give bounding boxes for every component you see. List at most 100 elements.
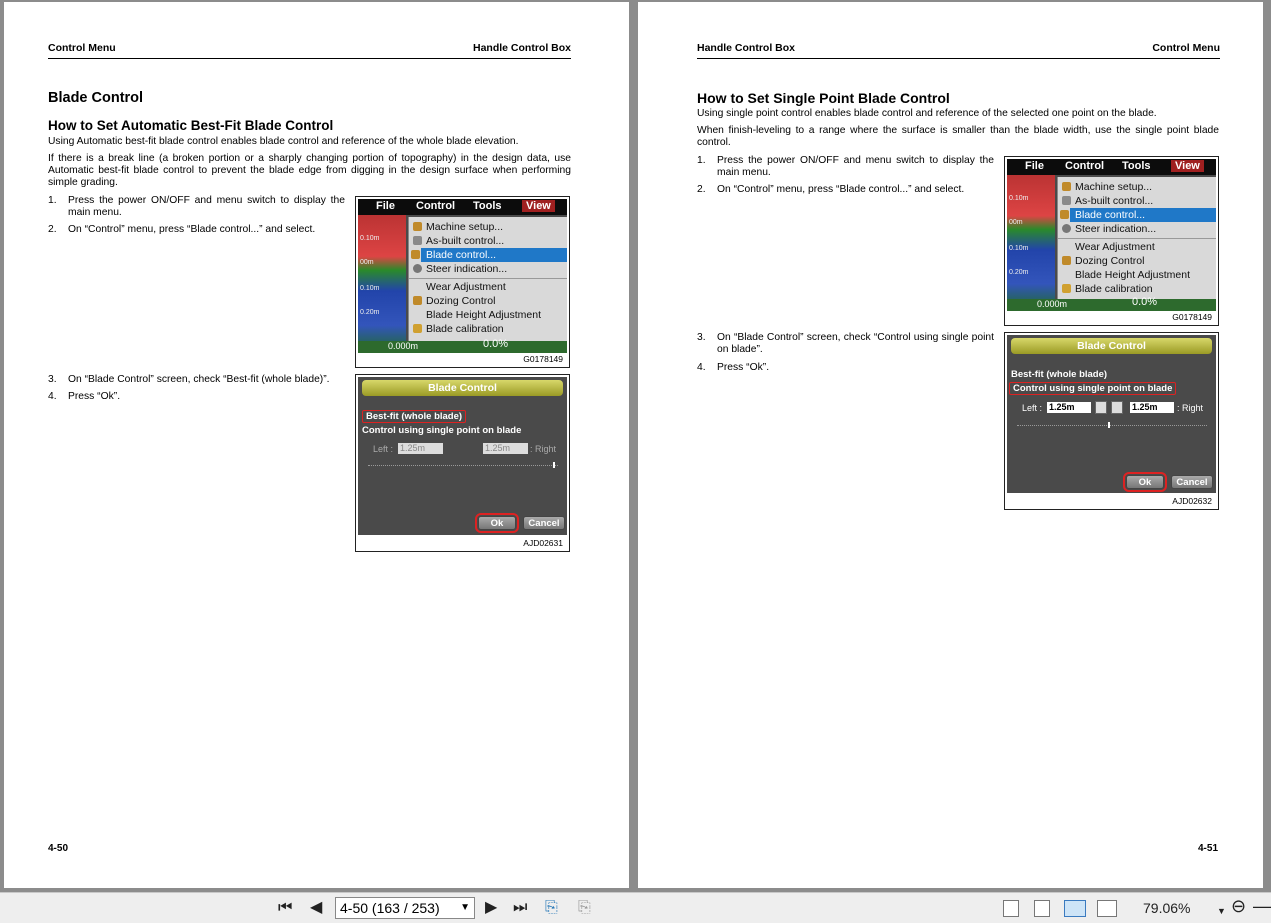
figure-blade-control: Blade Control Best-fit (whole blade) Con… [355, 374, 570, 552]
menubar: File Control Tools View [358, 199, 567, 215]
right-label: : Right [530, 444, 557, 454]
menu-item-selected: Blade control... [1060, 208, 1216, 222]
left-value: 1.25m [398, 443, 443, 454]
left-label: Left : [373, 444, 394, 454]
next-page-icon[interactable]: ▶ [485, 900, 497, 916]
figure-code: G0178149 [1172, 312, 1212, 322]
header-right: Handle Control Box [472, 42, 571, 54]
radio-single-point: Control using single point on blade [1009, 382, 1177, 395]
paragraph: When finish-leveling to a range where th… [697, 125, 1219, 149]
arrow-right-icon [1111, 401, 1123, 414]
left-value: 1.25m [1047, 402, 1091, 413]
last-page-icon[interactable]: ⏭ [513, 900, 527, 916]
figure-code: G0178149 [523, 354, 563, 364]
blade-icon [1060, 210, 1069, 219]
first-page-icon[interactable]: ⏮ [278, 900, 292, 916]
radio-best-fit: Best-fit (whole blade) [362, 410, 467, 423]
dialog-title: Blade Control [1011, 338, 1212, 354]
menu-item: Machine setup... [1058, 180, 1216, 194]
radio-best-fit: Best-fit (whole blade) [1011, 369, 1108, 380]
subsection-heading: How to Set Single Point Blade Control [697, 90, 950, 106]
zoom-dropdown-icon[interactable]: ▼ [1217, 903, 1226, 919]
menu-item: As-built control... [1058, 194, 1216, 208]
section-heading: Blade Control [48, 90, 144, 106]
left-label: Left : [1022, 403, 1043, 413]
menu-screenshot: File Control Tools View 0.10m 00m 0.10m … [358, 199, 567, 353]
zoom-out-icon[interactable]: ⊖ [1231, 897, 1246, 915]
steer-icon [1062, 224, 1071, 233]
blade-icon [411, 250, 420, 259]
menu-item: Wear Adjustment [426, 281, 506, 293]
dozer-icon [1062, 256, 1071, 265]
ok-button: Ok [475, 513, 519, 533]
survey-icon [1062, 196, 1071, 205]
running-header: Control Menu Handle Control Box [48, 42, 571, 59]
chevron-down-icon[interactable]: ▼ [460, 898, 470, 918]
page-number-field[interactable]: 4-50 (163 / 253) ▼ [335, 897, 475, 919]
paragraph: Using single point control enables blade… [697, 108, 1157, 119]
right-label: : Right [1177, 403, 1204, 413]
menu-item: Machine setup... [409, 220, 567, 234]
figure-control-menu: File Control Tools View 0.10m 00m 0.10m … [1004, 156, 1219, 326]
menu-item: As-built control... [409, 234, 567, 248]
menu-item: Wear Adjustment [1075, 241, 1155, 253]
header-left: Control Menu [48, 42, 116, 54]
figure-code: AJD02631 [523, 538, 563, 548]
menu-item-selected: Blade control... [411, 248, 567, 262]
blade-dialog: Blade Control Best-fit (whole blade) Con… [358, 377, 567, 535]
menu-divider [1058, 238, 1216, 239]
facing-view-icon[interactable] [1064, 900, 1086, 917]
previous-page-icon[interactable]: ◀ [310, 900, 322, 916]
status-bar: 0.000m 0.0% [1007, 296, 1216, 311]
slider-thumb [553, 462, 555, 468]
paragraph: Using Automatic best-fit blade control e… [48, 136, 519, 147]
figure-blade-control: Blade Control Best-fit (whole blade) Con… [1004, 332, 1219, 510]
arrow-left-icon [1095, 401, 1107, 414]
right-value: 1.25m [483, 443, 528, 454]
zoom-level[interactable]: 79.06% [1143, 900, 1190, 916]
menu-item: Dozing Control [409, 294, 567, 308]
page-number: 4-50 [48, 843, 69, 854]
slider-thumb [1108, 422, 1110, 428]
zoom-slider-icon[interactable]: — [1253, 897, 1271, 915]
menu-item: Blade calibration [1058, 282, 1216, 296]
go-forward-view-icon[interactable]: ⎘ [578, 900, 591, 916]
continuous-facing-view-icon[interactable] [1097, 900, 1117, 917]
dialog-title: Blade Control [362, 380, 563, 396]
machine-icon [1062, 182, 1071, 191]
calibration-icon [1062, 284, 1071, 293]
right-value: 1.25m [1130, 402, 1174, 413]
elevation-gauge: 0.10m 00m 0.10m 0.20m [358, 215, 406, 353]
menu-item: Blade Height Adjustment [1075, 269, 1190, 281]
calibration-icon [413, 324, 422, 333]
machine-icon [413, 222, 422, 231]
blade-dialog: Blade Control Best-fit (whole blade) Con… [1007, 335, 1216, 493]
menu-screenshot: File Control Tools View 0.10m 00m 0.10m … [1007, 159, 1216, 311]
single-page-view-icon[interactable] [1003, 900, 1019, 917]
menubar: File Control Tools View [1007, 159, 1216, 175]
ok-button: Ok [1123, 472, 1167, 492]
survey-icon [413, 236, 422, 245]
dozer-icon [413, 296, 422, 305]
cancel-button: Cancel [523, 516, 565, 530]
page-4-51: Handle Control Box Control Menu How to S… [638, 2, 1263, 888]
go-back-view-icon[interactable]: ⎘ [545, 900, 558, 916]
page-number: 4-51 [1198, 843, 1219, 854]
header-left: Handle Control Box [697, 42, 796, 54]
menu-item: Steer indication... [409, 262, 567, 276]
steer-icon [413, 264, 422, 273]
radio-single-point: Control using single point on blade [362, 425, 522, 436]
header-right: Control Menu [1152, 42, 1220, 54]
menu-item: Steer indication... [1058, 222, 1216, 236]
menu-item: Blade calibration [409, 322, 567, 336]
position-slider [368, 465, 558, 466]
document-viewport[interactable]: Control Menu Handle Control Box Blade Co… [0, 0, 1271, 892]
continuous-view-icon[interactable] [1034, 900, 1050, 917]
running-header: Handle Control Box Control Menu [697, 42, 1220, 59]
status-bar: 0.000m 0.0% [358, 338, 567, 353]
viewer-toolbar: ⏮ ◀ 4-50 (163 / 253) ▼ ▶ ⏭ ⎘ ⎘ 79.06% ▼ … [0, 892, 1271, 923]
subsection-heading: How to Set Automatic Best-Fit Blade Cont… [48, 118, 334, 133]
paragraph: If there is a break line (a broken porti… [48, 153, 571, 189]
figure-control-menu: File Control Tools View 0.10m 00m 0.10m … [355, 196, 570, 368]
control-dropdown: Machine setup... As-built control... Bla… [1057, 177, 1216, 311]
